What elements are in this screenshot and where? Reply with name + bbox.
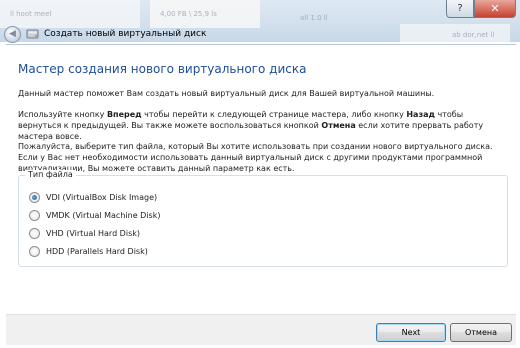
file-type-group: Тип файла VDI (VirtualBox Disk Image) VM… (18, 170, 508, 267)
page-title: Мастер создания нового виртуального диск… (18, 62, 307, 76)
radio-button[interactable] (29, 228, 40, 239)
window-controls: ? ✕ (446, 0, 516, 18)
button-bar: Next Отмена (6, 314, 516, 345)
window-title: Создать новый виртуальный диск (44, 29, 207, 39)
close-icon: ✕ (490, 2, 500, 15)
next-button[interactable]: Next (376, 323, 446, 342)
wizard-nav-bar: ◀ Создать новый виртуальный диск (0, 24, 520, 44)
radio-button-checked[interactable] (29, 192, 40, 203)
radio-vdi[interactable]: VDI (VirtualBox Disk Image) (29, 192, 157, 203)
radio-vhd[interactable]: VHD (Virtual Hard Disk) (29, 228, 140, 239)
radio-label: VMDK (Virtual Machine Disk) (46, 211, 161, 220)
file-type-legend: Тип файла (25, 170, 76, 179)
wizard-content: Мастер создания нового виртуального диск… (6, 44, 516, 315)
hard-disk-icon (26, 29, 39, 39)
title-bar: ? ✕ (0, 0, 520, 24)
radio-button[interactable] (29, 210, 40, 221)
back-arrow-icon: ◀ (9, 29, 16, 39)
file-type-instructions: Пожалуйста, выберите тип файла, который … (18, 142, 493, 173)
radio-hdd[interactable]: HDD (Parallels Hard Disk) (29, 246, 148, 257)
help-icon: ? (457, 3, 463, 14)
radio-label: VHD (Virtual Hard Disk) (46, 229, 140, 238)
cancel-button[interactable]: Отмена (450, 323, 512, 342)
navigation-hint-text: Используйте кнопку Вперед чтобы перейти … (18, 110, 484, 141)
intro-text: Данный мастер поможет Вам создать новый … (18, 89, 435, 98)
back-button[interactable]: ◀ (4, 26, 21, 43)
wizard-window: ? ✕ ◀ Создать новый виртуальный диск Мас… (0, 0, 520, 348)
radio-vmdk[interactable]: VMDK (Virtual Machine Disk) (29, 210, 160, 221)
help-button[interactable]: ? (446, 0, 474, 18)
radio-label: HDD (Parallels Hard Disk) (46, 247, 148, 256)
radio-label: VDI (VirtualBox Disk Image) (46, 193, 158, 202)
close-button[interactable]: ✕ (474, 0, 516, 18)
radio-button[interactable] (29, 246, 40, 257)
